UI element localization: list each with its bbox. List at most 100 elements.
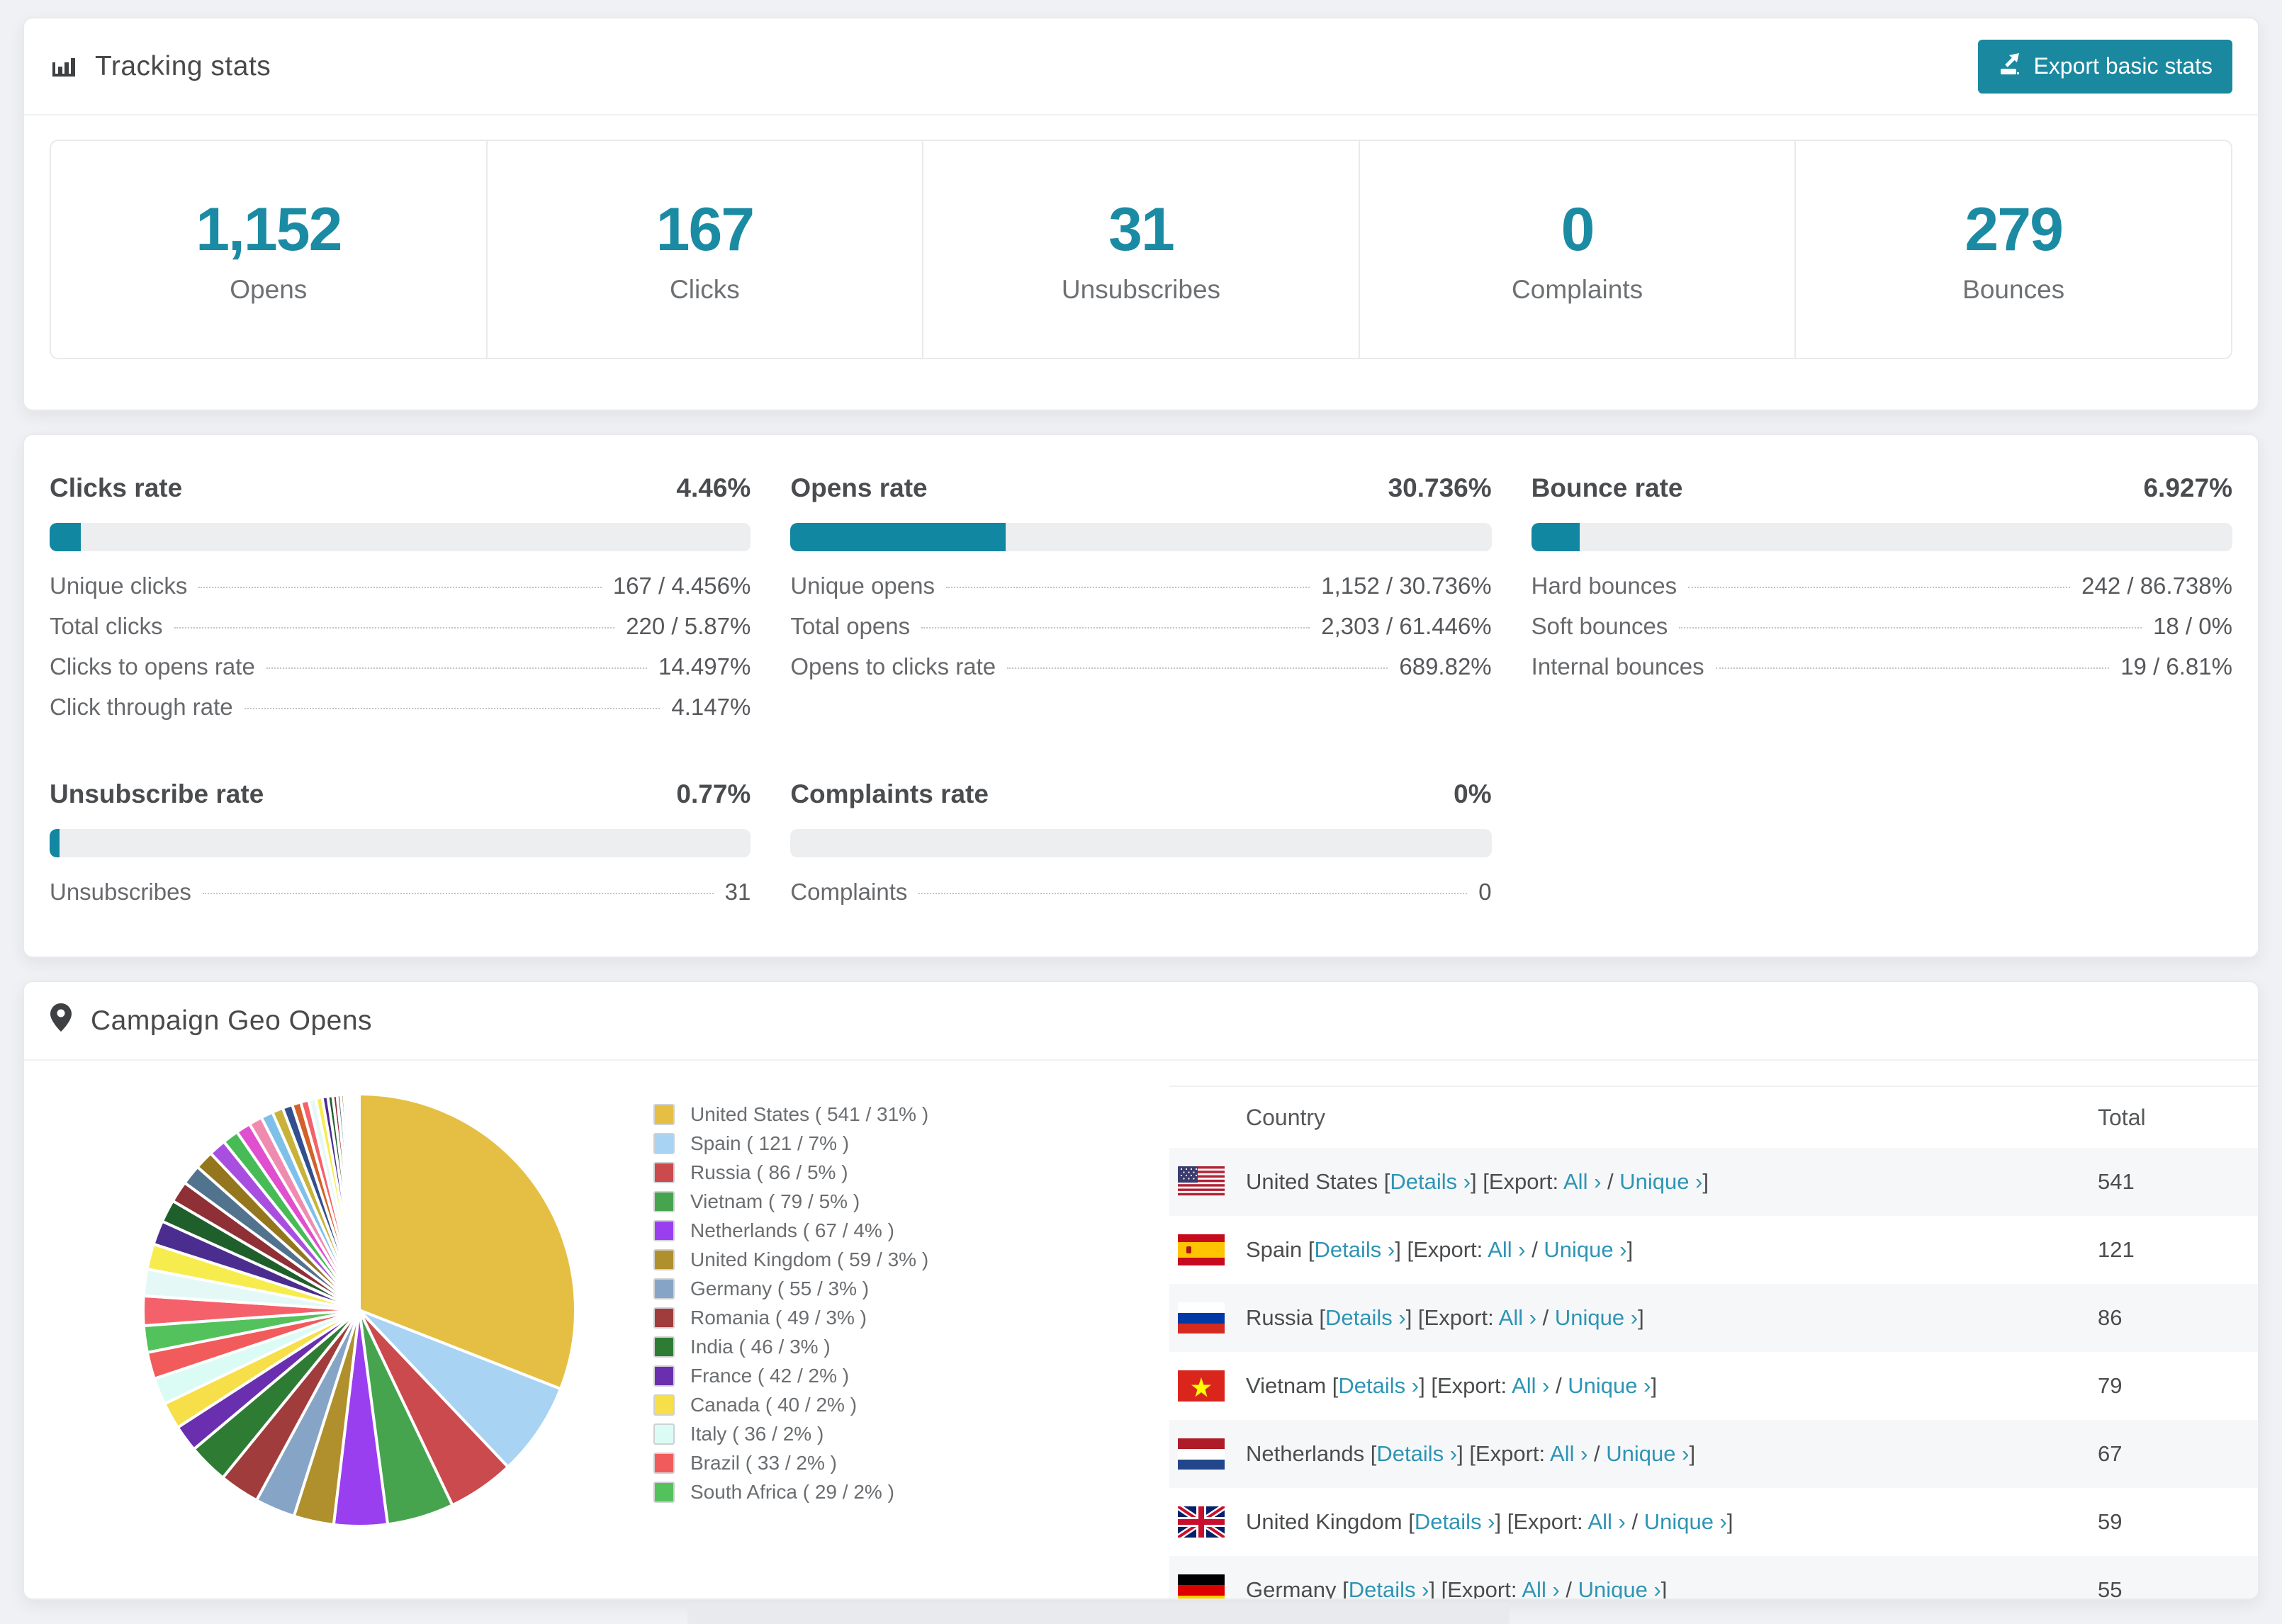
- rate-row: Unsubscribes 31: [50, 879, 751, 919]
- country-cell: Russia [Details ›] [Export: All › / Uniq…: [1246, 1305, 2098, 1331]
- legend-item-brazil[interactable]: Brazil ( 33 / 2% ): [653, 1448, 928, 1477]
- country-cell: United Kingdom [Details ›] [Export: All …: [1246, 1509, 2098, 1535]
- geo-opens-pie-chart[interactable]: [136, 1087, 583, 1533]
- legend-swatch: [653, 1307, 675, 1329]
- legend-item-russia[interactable]: Russia ( 86 / 5% ): [653, 1158, 928, 1187]
- rate-row-label: Opens to clicks rate: [790, 653, 996, 680]
- bracket: ]: [1689, 1441, 1696, 1466]
- export-unique-link[interactable]: Unique ›: [1568, 1373, 1651, 1398]
- bracket: [: [1378, 1169, 1390, 1194]
- dotted-leader: [945, 587, 1310, 588]
- export-unique-link[interactable]: Unique ›: [1555, 1305, 1638, 1330]
- legend-label: Vietnam ( 79 / 5% ): [690, 1190, 860, 1212]
- export-all-link[interactable]: All ›: [1550, 1441, 1587, 1466]
- rate-row: Hard bounces 242 / 86.738%: [1531, 573, 2232, 613]
- dotted-leader: [1007, 667, 1388, 669]
- legend-item-spain[interactable]: Spain ( 121 / 7% ): [653, 1129, 928, 1158]
- legend-item-vietnam[interactable]: Vietnam ( 79 / 5% ): [653, 1187, 928, 1216]
- rate-progress-fill: [50, 829, 60, 857]
- legend-swatch: [653, 1394, 675, 1416]
- rate-value: 6.927%: [2143, 473, 2232, 502]
- country-cell: Spain [Details ›] [Export: All › / Uniqu…: [1246, 1237, 2098, 1263]
- legend-label: Spain ( 121 / 7% ): [690, 1132, 850, 1154]
- summary-value: 1,152: [196, 195, 342, 264]
- bar-chart-icon: [50, 52, 78, 81]
- rate-progress-bar: [50, 523, 751, 551]
- export-unique-link[interactable]: Unique ›: [1606, 1441, 1689, 1466]
- rate-row: Internal bounces 19 / 6.81%: [1531, 653, 2232, 694]
- dotted-leader: [174, 627, 615, 628]
- export-unique-link[interactable]: Unique ›: [1644, 1509, 1727, 1534]
- rate-rows: Complaints 0: [790, 879, 1491, 919]
- legend-label: Germany ( 55 / 3% ): [690, 1277, 870, 1299]
- details-link[interactable]: Details ›: [1376, 1441, 1457, 1466]
- table-row-nl: Netherlands [Details ›] [Export: All › /…: [1169, 1420, 2258, 1488]
- export-unique-link[interactable]: Unique ›: [1619, 1169, 1702, 1194]
- export-unique-link[interactable]: Unique ›: [1578, 1577, 1661, 1598]
- legend-item-south-africa[interactable]: South Africa ( 29 / 2% ): [653, 1477, 928, 1506]
- dotted-leader: [244, 708, 661, 709]
- dotted-leader: [202, 893, 714, 894]
- pie-legend: United States ( 541 / 31% ) Spain ( 121 /…: [653, 1100, 928, 1506]
- export-all-link[interactable]: All ›: [1587, 1509, 1625, 1534]
- export-all-link[interactable]: All ›: [1522, 1577, 1559, 1598]
- country-cell: Vietnam [Details ›] [Export: All › / Uni…: [1246, 1373, 2098, 1399]
- tracking-stats-title-row: Tracking stats: [50, 51, 271, 82]
- rate-row-value: 4.147%: [671, 694, 751, 720]
- summary-label: Complaints: [1512, 274, 1643, 304]
- rate-row-label: Clicks to opens rate: [50, 653, 255, 680]
- rate-progress-fill: [1531, 523, 1580, 551]
- details-link[interactable]: Details ›: [1349, 1577, 1429, 1598]
- legend-item-germany[interactable]: Germany ( 55 / 3% ): [653, 1274, 928, 1303]
- legend-swatch: [653, 1423, 675, 1445]
- country-name: Germany: [1246, 1577, 1337, 1600]
- export-basic-stats-button[interactable]: Export basic stats: [1978, 39, 2232, 94]
- flag-vn-icon: [1178, 1370, 1225, 1402]
- legend-item-romania[interactable]: Romania ( 49 / 3% ): [653, 1303, 928, 1332]
- legend-item-united-states[interactable]: United States ( 541 / 31% ): [653, 1100, 928, 1129]
- legend-label: Russia ( 86 / 5% ): [690, 1161, 848, 1183]
- legend-item-india[interactable]: India ( 46 / 3% ): [653, 1332, 928, 1361]
- export-unique-link[interactable]: Unique ›: [1544, 1237, 1626, 1262]
- summary-label: Unsubscribes: [1061, 274, 1221, 304]
- rate-row: Soft bounces 18 / 0%: [1531, 613, 2232, 653]
- rate-head: Complaints rate 0%: [790, 779, 1491, 809]
- rate-row: Unique opens 1,152 / 30.736%: [790, 573, 1491, 613]
- export-all-link[interactable]: All ›: [1499, 1305, 1536, 1330]
- geo-table: Country Total United States [Details ›] …: [1169, 1086, 2258, 1600]
- legend-swatch: [653, 1452, 675, 1474]
- details-link[interactable]: Details ›: [1390, 1169, 1471, 1194]
- bracket: ]: [1660, 1577, 1668, 1600]
- rate-title: Opens rate: [790, 473, 928, 502]
- summary-value: 167: [656, 195, 755, 264]
- rate-block-clicks: Clicks rate 4.46% Unique clicks 167 / 4.456…: [50, 473, 751, 734]
- rate-row-label: Unique opens: [790, 573, 935, 599]
- rate-row-label: Soft bounces: [1531, 613, 1668, 639]
- export-all-link[interactable]: All ›: [1512, 1373, 1549, 1398]
- summary-label: Clicks: [670, 274, 740, 304]
- export-all-link[interactable]: All ›: [1488, 1237, 1525, 1262]
- export-icon: [1998, 52, 2022, 81]
- details-link[interactable]: Details ›: [1315, 1237, 1395, 1262]
- details-link[interactable]: Details ›: [1325, 1305, 1406, 1330]
- bracket: [: [1313, 1305, 1325, 1330]
- export-all-link[interactable]: All ›: [1563, 1169, 1601, 1194]
- horizontal-scrollbar[interactable]: [687, 1603, 1510, 1624]
- total-cell: 67: [2098, 1441, 2123, 1466]
- rate-row-value: 31: [724, 879, 751, 905]
- details-link[interactable]: Details ›: [1338, 1373, 1419, 1398]
- legend-item-france[interactable]: France ( 42 / 2% ): [653, 1361, 928, 1390]
- legend-item-netherlands[interactable]: Netherlands ( 67 / 4% ): [653, 1216, 928, 1245]
- total-cell: 541: [2098, 1169, 2135, 1194]
- legend-item-united-kingdom[interactable]: United Kingdom ( 59 / 3% ): [653, 1245, 928, 1274]
- rate-progress-bar: [790, 523, 1492, 551]
- dotted-leader: [266, 667, 648, 669]
- details-link[interactable]: Details ›: [1415, 1509, 1495, 1534]
- legend-item-italy[interactable]: Italy ( 36 / 2% ): [653, 1419, 928, 1448]
- rate-value: 0.77%: [676, 779, 751, 808]
- rate-title: Bounce rate: [1531, 473, 1683, 502]
- legend-item-canada[interactable]: Canada ( 40 / 2% ): [653, 1390, 928, 1419]
- rate-value: 4.46%: [676, 473, 751, 502]
- export-button-label: Export basic stats: [2033, 53, 2213, 79]
- rate-row-label: Hard bounces: [1531, 573, 1677, 599]
